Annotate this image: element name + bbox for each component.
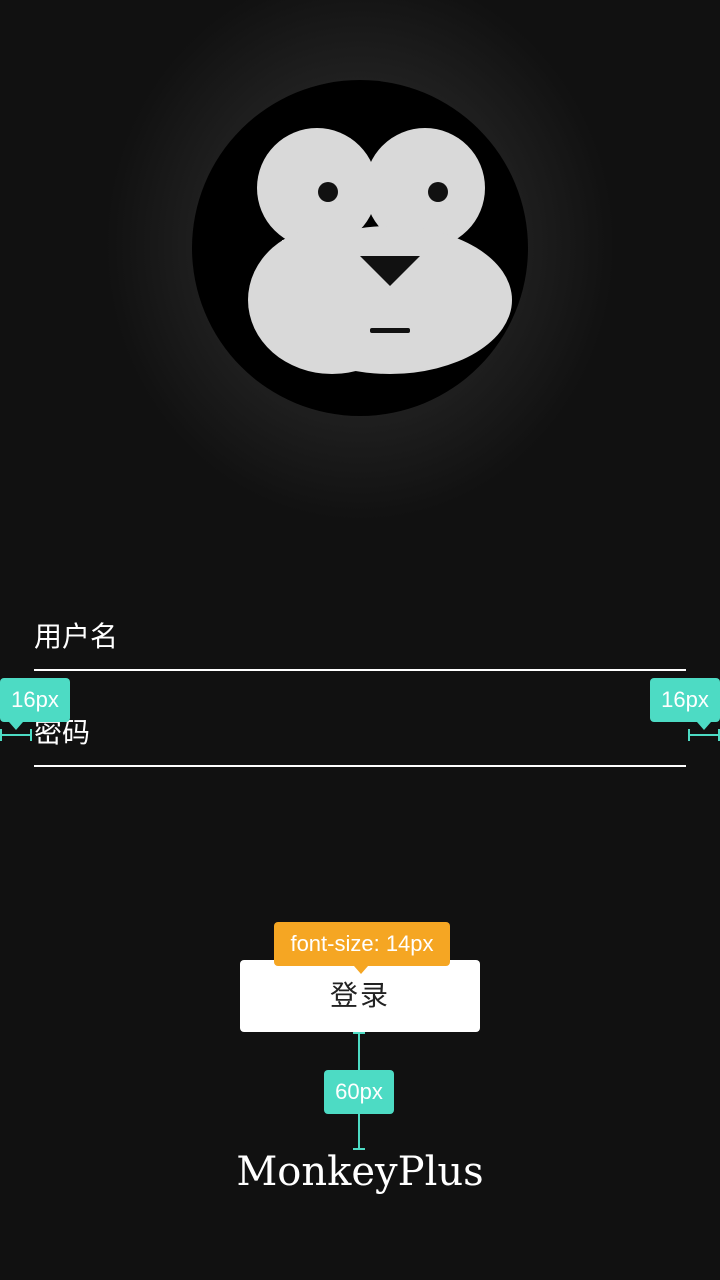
password-field[interactable]: 密码 bbox=[34, 716, 686, 756]
username-underline bbox=[34, 669, 686, 671]
left-margin-measure-line bbox=[0, 734, 32, 736]
login-screen: 用户名 密码 登录 MonkeyPlus 16px 16px font-size… bbox=[0, 0, 720, 1280]
gap-measure-tick-bottom bbox=[353, 1148, 365, 1150]
right-margin-tag-pointer bbox=[697, 722, 711, 730]
gap-tag: 60px bbox=[324, 1070, 394, 1114]
password-underline bbox=[34, 765, 686, 767]
right-margin-measure-tick-start bbox=[688, 729, 690, 741]
right-margin-measure-line bbox=[688, 734, 720, 736]
left-margin-measure-tick-start bbox=[0, 729, 2, 741]
left-margin-tag: 16px bbox=[0, 678, 70, 722]
username-label: 用户名 bbox=[34, 620, 119, 653]
brand-name: MonkeyPlus bbox=[236, 1149, 484, 1195]
monkey-logo-icon bbox=[192, 80, 528, 416]
login-button-label: 登录 bbox=[329, 979, 390, 1012]
username-field[interactable]: 用户名 bbox=[34, 620, 686, 660]
gap-measure-tick-top bbox=[353, 1032, 365, 1034]
right-margin-tag: 16px bbox=[650, 678, 720, 722]
font-size-tag: font-size: 14px bbox=[274, 922, 450, 966]
left-margin-tag-pointer bbox=[9, 722, 23, 730]
font-size-tag-pointer bbox=[354, 966, 368, 974]
left-margin-measure-tick-end bbox=[30, 729, 32, 741]
